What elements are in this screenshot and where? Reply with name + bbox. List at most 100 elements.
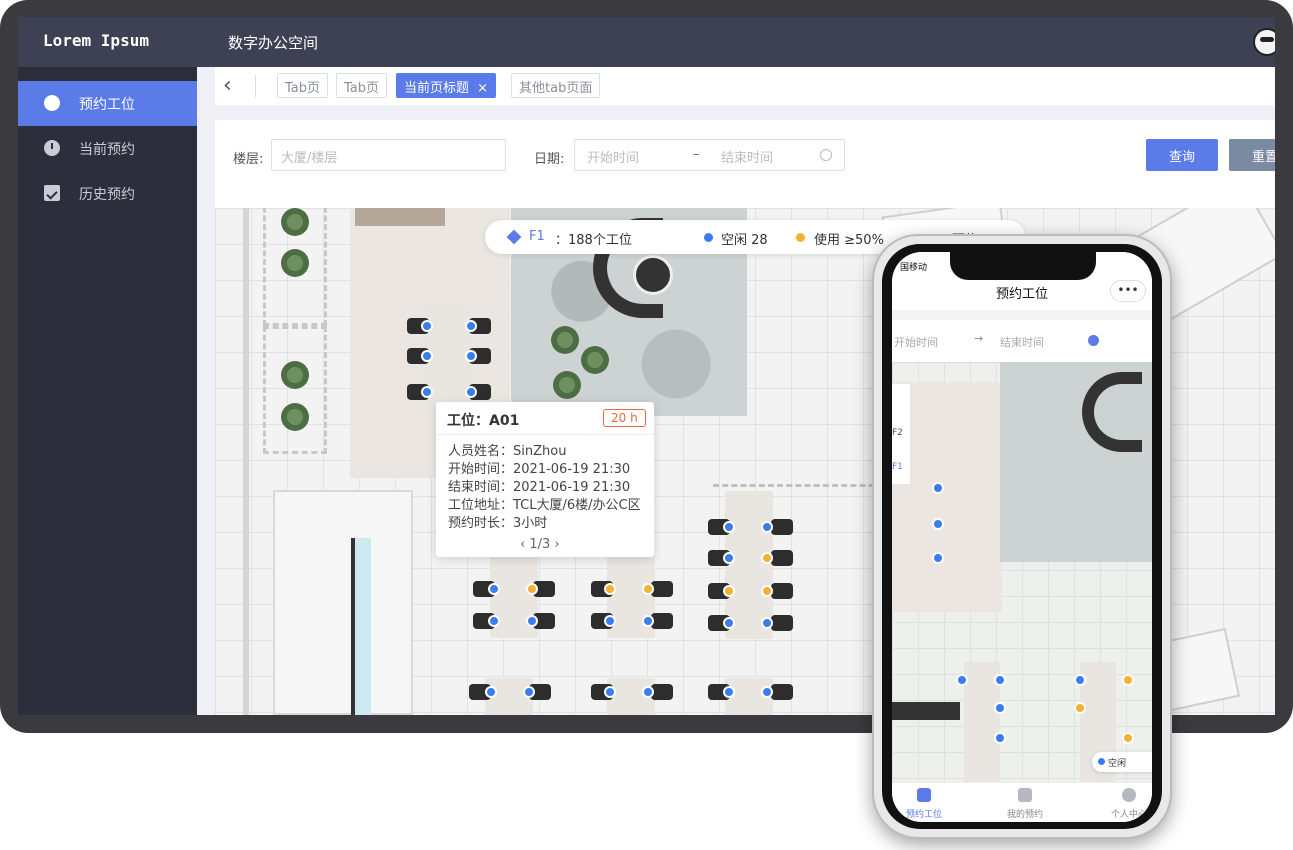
- card-row-start: 开始时间：2021-06-19 21:30: [448, 462, 631, 477]
- counter: [892, 702, 960, 720]
- phone-tab-profile[interactable]: 个人中心: [1086, 807, 1152, 820]
- carrier-status: 国移动: [900, 263, 928, 273]
- arrow-right-icon: →: [974, 332, 984, 345]
- phone-end-input[interactable]: 结束时间: [1000, 334, 1044, 350]
- layers-icon: [506, 229, 522, 245]
- tab-other[interactable]: 其他tab页面: [511, 73, 601, 98]
- tab-current[interactable]: 当前页标题 ×: [396, 73, 497, 98]
- floor-label-f2[interactable]: F2: [892, 428, 903, 438]
- phone-start-input[interactable]: 开始时间: [894, 334, 938, 350]
- query-button[interactable]: 查询: [1146, 139, 1218, 171]
- floor-label-f1[interactable]: F1: [892, 462, 903, 472]
- tab-2[interactable]: Tab页: [336, 73, 388, 98]
- end-time-input[interactable]: 结束时间: [721, 147, 773, 166]
- floor-label: 楼层:: [233, 152, 264, 167]
- desk-seat-used[interactable]: [642, 583, 654, 595]
- plant-icon: [281, 249, 309, 277]
- desk-seat-free[interactable]: [761, 617, 773, 629]
- desk-seat-free[interactable]: [526, 615, 538, 627]
- desk-seat-free[interactable]: [994, 674, 1006, 686]
- app-title: 数字办公空间: [228, 34, 319, 52]
- desk-seat-free[interactable]: [723, 686, 735, 698]
- phone-floor-map[interactable]: F2 F1: [892, 362, 1152, 782]
- start-time-input[interactable]: 开始时间: [587, 147, 639, 166]
- desk-seat-used[interactable]: [604, 583, 616, 595]
- desk-seat-free[interactable]: [604, 686, 616, 698]
- wall: [243, 208, 249, 715]
- user-icon: [1122, 788, 1136, 802]
- sidebar: 预约工位 当前预约 历史预约: [18, 67, 197, 715]
- desk-seat-free[interactable]: [465, 386, 477, 398]
- legend-count: ：188个工位: [555, 233, 632, 248]
- reset-button[interactable]: 重置: [1229, 139, 1275, 171]
- desk-seat-free[interactable]: [932, 518, 944, 530]
- desk-seat-used[interactable]: [723, 585, 735, 597]
- plant-icon: [551, 326, 579, 354]
- meeting-room: [273, 490, 413, 715]
- floor-select[interactable]: 大厦/楼层: [271, 139, 506, 171]
- desk-seat-free[interactable]: [604, 615, 616, 627]
- desk-seat-free[interactable]: [761, 521, 773, 533]
- date-range-picker[interactable]: 开始时间 – 结束时间: [574, 139, 845, 171]
- duration-badge: 20 h: [603, 409, 646, 427]
- card-divider: [436, 434, 654, 435]
- legend-floor[interactable]: F1: [529, 229, 545, 244]
- more-menu-button[interactable]: •••: [1110, 280, 1146, 302]
- desk-seat-free[interactable]: [421, 386, 433, 398]
- chair: [651, 684, 673, 700]
- desk-seat-used[interactable]: [1122, 674, 1134, 686]
- card-pager[interactable]: ‹ 1/3 ›: [520, 537, 560, 552]
- back-chevron-icon[interactable]: ‹: [223, 73, 232, 98]
- user-avatar[interactable]: [1253, 28, 1275, 56]
- clock-icon: [820, 149, 832, 161]
- desk-seat-free[interactable]: [994, 732, 1006, 744]
- phone-tab-my-bookings[interactable]: 我的预约: [982, 807, 1068, 820]
- desk-seat-free[interactable]: [932, 552, 944, 564]
- round-table: [633, 255, 673, 295]
- sidebar-item-book-desk[interactable]: 预约工位: [18, 81, 197, 126]
- desk-seat-free[interactable]: [723, 521, 735, 533]
- desk-seat-used[interactable]: [761, 552, 773, 564]
- desk-seat-used[interactable]: [1074, 702, 1086, 714]
- desk-seat-free[interactable]: [485, 686, 497, 698]
- tab-divider: [255, 75, 256, 97]
- desk-seat-free[interactable]: [642, 686, 654, 698]
- desk-seat-free[interactable]: [421, 350, 433, 362]
- desk-seat-free[interactable]: [421, 320, 433, 332]
- desk-seat-used[interactable]: [761, 585, 773, 597]
- sidebar-item-booking-history[interactable]: 历史预约: [18, 171, 197, 216]
- phone-floor-switch[interactable]: F2 F1: [892, 384, 910, 484]
- filter-bar: 楼层: 大厦/楼层 日期: 开始时间 – 结束时间 查询 重置: [215, 120, 1275, 208]
- phone-date-range[interactable]: 开始时间 → 结束时间: [892, 320, 1152, 362]
- desk-seat-free[interactable]: [465, 350, 477, 362]
- desk-seat-free[interactable]: [523, 686, 535, 698]
- desk-seat-free[interactable]: [994, 702, 1006, 714]
- tab-1[interactable]: Tab页: [277, 73, 329, 98]
- desk-seat-free[interactable]: [761, 686, 773, 698]
- desk-seat-free[interactable]: [723, 552, 735, 564]
- desk-seat-used[interactable]: [526, 583, 538, 595]
- monitor-icon: [44, 95, 60, 111]
- phone-tab-bar: 预约工位 我的预约 个人中心: [892, 782, 1152, 822]
- desk-seat-free[interactable]: [956, 674, 968, 686]
- desk-seat-free[interactable]: [465, 320, 477, 332]
- chair: [651, 581, 673, 597]
- card-row-name: 人员姓名：SinZhou: [448, 444, 567, 459]
- sidebar-item-label: 当前预约: [79, 142, 135, 158]
- desk-seat-free[interactable]: [723, 617, 735, 629]
- desk-seat-free[interactable]: [488, 615, 500, 627]
- card-row-address: 工位地址：TCL大厦/6楼/办公C区: [448, 498, 641, 513]
- chair: [771, 684, 793, 700]
- sidebar-item-current-booking[interactable]: 当前预约: [18, 126, 197, 171]
- chair: [771, 550, 793, 566]
- close-icon[interactable]: ×: [477, 81, 488, 96]
- desk-seat-free[interactable]: [642, 615, 654, 627]
- range-separator: –: [693, 147, 700, 162]
- desk-seat-used[interactable]: [1122, 732, 1134, 744]
- top-bar: Lorem Ipsum 数字办公空间: [18, 17, 1275, 67]
- walkway-line: [713, 484, 893, 487]
- desk-seat-free[interactable]: [1074, 674, 1086, 686]
- desk-seat-free[interactable]: [488, 583, 500, 595]
- desk-seat-free[interactable]: [932, 482, 944, 494]
- phone-tab-book[interactable]: 预约工位: [892, 807, 967, 820]
